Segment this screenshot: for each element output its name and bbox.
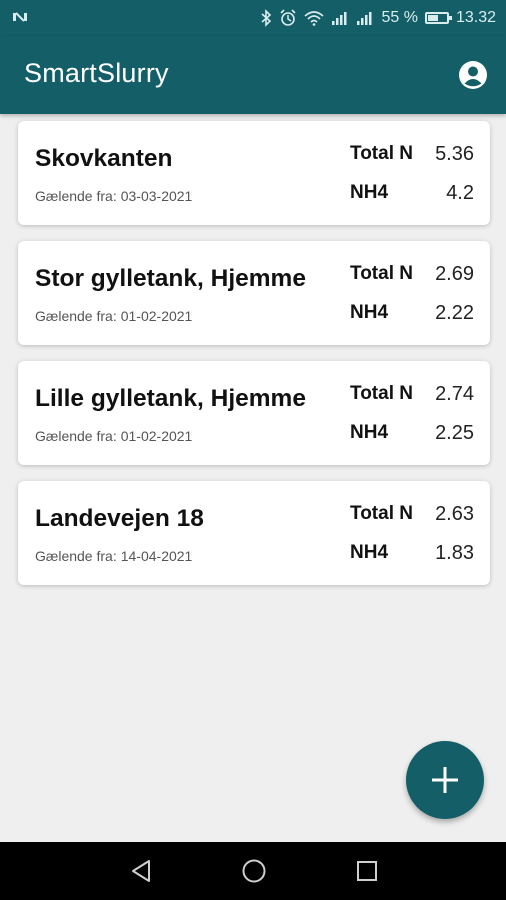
battery-icon: [424, 12, 452, 24]
valid-from: Gælende fra: 03-03-2021: [35, 188, 192, 204]
tank-card[interactable]: Landevejen 18 Gælende fra: 14-04-2021 Tot…: [18, 481, 490, 585]
tank-name: Stor gylletank, Hjemme: [35, 265, 306, 292]
valid-from-date: 14-04-2021: [120, 548, 193, 564]
back-button[interactable]: [128, 858, 154, 884]
home-button[interactable]: [241, 858, 267, 884]
total-n-value: 2.69: [435, 263, 474, 285]
recents-button[interactable]: [354, 858, 380, 884]
status-time: 13.32: [455, 9, 496, 26]
valid-from-label: Gælende fra:: [35, 548, 117, 564]
nfc-icon: [13, 12, 27, 22]
system-nav-bar: [0, 842, 506, 900]
signal-icon: [331, 9, 349, 27]
home-icon: [242, 859, 266, 883]
battery-percent: 55 %: [381, 9, 418, 26]
total-n-label: Total N: [350, 263, 413, 284]
app-bar: SmartSlurry: [0, 36, 506, 114]
nh4-label: NH4: [350, 302, 389, 323]
valid-from: Gælende fra: 01-02-2021: [35, 428, 192, 444]
signal-icon: [356, 9, 374, 27]
alarm-icon: [279, 9, 297, 27]
valid-from: Gælende fra: 01-02-2021: [35, 308, 192, 324]
valid-from-label: Gælende fra:: [35, 428, 117, 444]
nh4-label: NH4: [350, 182, 389, 203]
valid-from-label: Gælende fra:: [35, 188, 117, 204]
tank-name: Lille gylletank, Hjemme: [35, 385, 306, 412]
account-circle-icon: [459, 61, 487, 89]
tank-card[interactable]: Skovkanten Gælende fra: 03-03-2021 Total …: [18, 121, 490, 225]
app-title: SmartSlurry: [24, 58, 169, 88]
nh4-label: NH4: [350, 542, 389, 563]
add-tank-button[interactable]: [406, 741, 484, 819]
total-n-label: Total N: [350, 503, 413, 524]
bluetooth-icon: [260, 9, 272, 27]
valid-from-date: 01-02-2021: [120, 428, 193, 444]
account-button[interactable]: [458, 60, 488, 90]
back-icon: [132, 860, 150, 882]
plus-icon: [432, 767, 458, 793]
nh4-value: 4.2: [446, 182, 474, 204]
tank-name: Skovkanten: [35, 145, 173, 172]
tank-card[interactable]: Stor gylletank, Hjemme Gælende fra: 01-02…: [18, 241, 490, 345]
tank-name: Landevejen 18: [35, 505, 204, 532]
total-n-label: Total N: [350, 383, 413, 404]
wifi-icon: [304, 9, 325, 27]
status-bar: 55 % 13.32: [0, 0, 506, 36]
nh4-value: 1.83: [435, 542, 474, 564]
total-n-value: 5.36: [435, 143, 474, 165]
recents-icon: [357, 861, 377, 881]
valid-from-label: Gælende fra:: [35, 308, 117, 324]
tank-list: Skovkanten Gælende fra: 03-03-2021 Total …: [18, 121, 490, 601]
nh4-value: 2.22: [435, 302, 474, 324]
battery-level: [427, 15, 438, 21]
valid-from-date: 01-02-2021: [120, 308, 193, 324]
valid-from: Gælende fra: 14-04-2021: [35, 548, 192, 564]
total-n-value: 2.63: [435, 503, 474, 525]
total-n-value: 2.74: [435, 383, 474, 405]
valid-from-date: 03-03-2021: [120, 188, 193, 204]
tank-card[interactable]: Lille gylletank, Hjemme Gælende fra: 01-0…: [18, 361, 490, 465]
total-n-label: Total N: [350, 143, 413, 164]
nh4-value: 2.25: [435, 422, 474, 444]
nh4-label: NH4: [350, 422, 389, 443]
